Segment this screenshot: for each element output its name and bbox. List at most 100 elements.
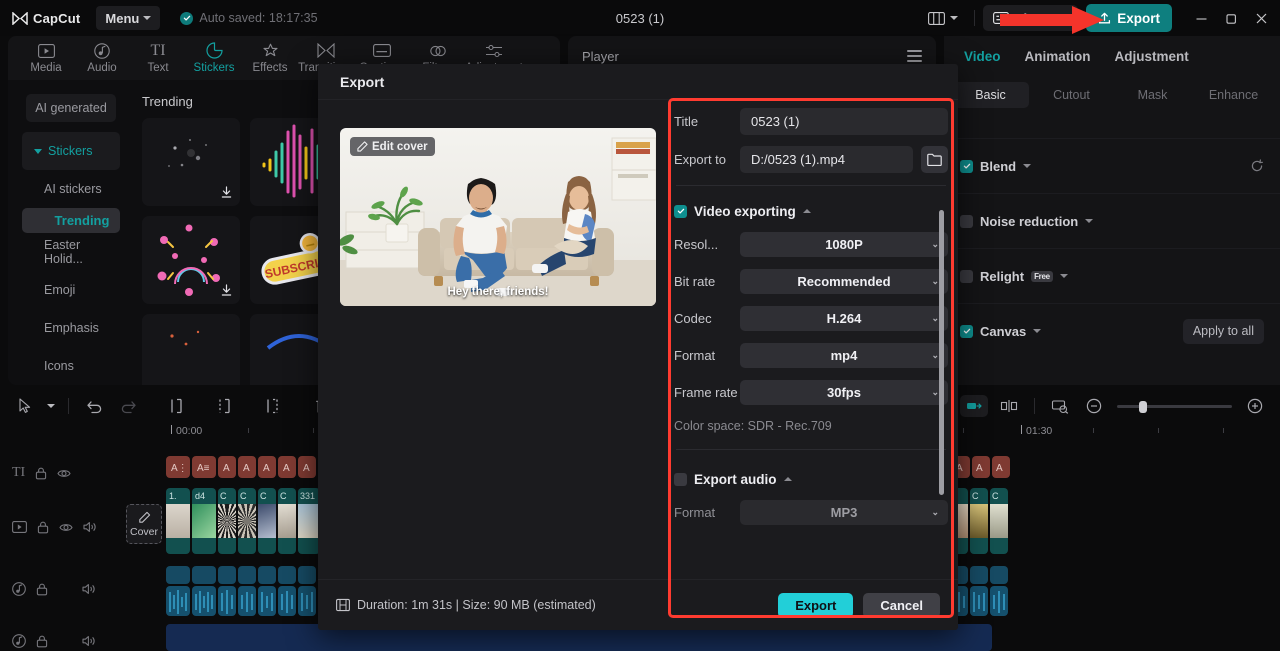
audio-clip[interactable] — [298, 586, 316, 616]
tab-video[interactable]: Video — [964, 49, 1001, 64]
sticker-card[interactable] — [142, 118, 240, 206]
text-clip[interactable]: A — [298, 456, 316, 478]
property-blend[interactable]: Blend — [944, 138, 1280, 193]
ai-generated-button[interactable]: AI generated — [26, 94, 116, 122]
tab-text[interactable]: TI Text — [130, 42, 186, 74]
lock-icon[interactable] — [35, 467, 47, 480]
window-maximize-button[interactable] — [1216, 0, 1246, 36]
menu-button[interactable]: Menu — [96, 6, 161, 30]
sticker-card[interactable] — [142, 216, 240, 304]
checkbox-canvas[interactable] — [960, 324, 973, 338]
crop-icon[interactable] — [1043, 390, 1077, 422]
sidebar-item-emphasis[interactable]: Emphasis — [22, 309, 120, 347]
audio-clip[interactable] — [218, 566, 236, 584]
property-relight[interactable]: Relight Free — [944, 248, 1280, 303]
video-clip[interactable]: C — [258, 488, 276, 554]
property-noise-reduction[interactable]: Noise reduction — [944, 193, 1280, 248]
zoom-in-icon[interactable] — [1238, 390, 1272, 422]
video-clip[interactable]: 331 — [298, 488, 320, 554]
video-clip[interactable]: 1. — [166, 488, 190, 554]
audio-clip[interactable] — [298, 566, 316, 584]
select-tool-dropdown[interactable] — [42, 390, 60, 422]
cover-preview[interactable]: Edit cover Hey there, friends! — [340, 128, 656, 306]
checkbox-blend[interactable] — [960, 159, 973, 173]
subtab-basic[interactable]: Basic — [952, 82, 1029, 108]
split-icon[interactable] — [159, 390, 193, 422]
layout-button[interactable] — [920, 8, 966, 29]
video-clip[interactable]: C — [238, 488, 256, 554]
chevron-down-icon[interactable] — [1085, 219, 1094, 223]
lock-icon[interactable] — [36, 583, 48, 596]
sidebar-item-stickers[interactable]: Stickers — [22, 132, 120, 170]
text-clip[interactable]: A — [278, 456, 296, 478]
sidebar-item-icons[interactable]: Icons — [22, 347, 120, 385]
zoom-out-icon[interactable] — [1077, 390, 1111, 422]
sidebar-item-emoji[interactable]: Emoji — [22, 271, 120, 309]
audio-clip[interactable] — [278, 566, 296, 584]
zoom-slider[interactable] — [1117, 400, 1232, 413]
subtab-cutout[interactable]: Cutout — [1033, 82, 1110, 108]
reset-icon[interactable] — [1250, 159, 1264, 173]
eye-icon[interactable] — [59, 522, 73, 533]
audio-clip[interactable] — [238, 566, 256, 584]
volume-icon[interactable] — [83, 521, 97, 533]
audio-clip[interactable] — [970, 586, 988, 616]
video-clip[interactable]: d4 — [192, 488, 216, 554]
text-clip[interactable]: A≡ — [192, 456, 216, 478]
freeze-frame-icon[interactable] — [960, 395, 988, 417]
chevron-down-icon[interactable] — [1023, 164, 1032, 168]
text-clip[interactable]: A — [238, 456, 256, 478]
audio-clip[interactable] — [990, 586, 1008, 616]
volume-icon[interactable] — [82, 583, 96, 595]
audio-clip[interactable] — [166, 566, 190, 584]
text-clip[interactable]: A — [258, 456, 276, 478]
audio-clip[interactable] — [166, 586, 190, 616]
video-clip[interactable]: C — [970, 488, 988, 554]
cover-button[interactable]: Cover — [126, 504, 162, 544]
download-icon[interactable] — [219, 283, 234, 298]
text-clip[interactable]: A — [972, 456, 990, 478]
chevron-down-icon[interactable] — [1059, 274, 1068, 278]
chevron-down-icon[interactable] — [1033, 329, 1042, 333]
hamburger-icon[interactable] — [907, 50, 922, 62]
audio-clip[interactable] — [218, 586, 236, 616]
audio-clip[interactable] — [990, 566, 1008, 584]
sidebar-item-ai-stickers[interactable]: AI stickers — [22, 170, 120, 208]
lock-icon[interactable] — [37, 521, 49, 534]
sticker-card[interactable] — [142, 314, 240, 385]
select-tool-icon[interactable] — [8, 390, 42, 422]
audio-clip[interactable] — [258, 586, 276, 616]
audio-clip[interactable] — [278, 586, 296, 616]
lock-icon[interactable] — [36, 635, 48, 648]
trim-right-icon[interactable] — [255, 390, 289, 422]
checkbox-relight[interactable] — [960, 269, 973, 283]
text-clip[interactable]: A⋮ — [166, 456, 190, 478]
tab-stickers[interactable]: Stickers — [186, 42, 242, 74]
tab-animation[interactable]: Animation — [1025, 49, 1091, 64]
mirror-icon[interactable] — [992, 390, 1026, 422]
video-clip[interactable]: C — [990, 488, 1008, 554]
checkbox-noise-reduction[interactable] — [960, 214, 973, 228]
audio-clip[interactable] — [192, 586, 216, 616]
apply-to-all-button[interactable]: Apply to all — [1182, 318, 1264, 344]
text-clip[interactable]: A — [992, 456, 1010, 478]
trim-left-icon[interactable] — [207, 390, 241, 422]
sidebar-item-easter-holiday[interactable]: Easter Holid... — [22, 233, 120, 271]
window-close-button[interactable] — [1246, 0, 1276, 36]
property-canvas[interactable]: Canvas Apply to all — [944, 303, 1280, 358]
audio-clip[interactable] — [970, 566, 988, 584]
subtab-enhance[interactable]: Enhance — [1195, 82, 1272, 108]
text-clip[interactable]: A — [218, 456, 236, 478]
audio-clip[interactable] — [238, 586, 256, 616]
tab-effects[interactable]: Effects — [242, 42, 298, 74]
edit-cover-button[interactable]: Edit cover — [350, 137, 435, 156]
undo-icon[interactable] — [77, 390, 111, 422]
eye-icon[interactable] — [57, 468, 71, 479]
download-icon[interactable] — [219, 185, 234, 200]
tab-media[interactable]: Media — [18, 42, 74, 74]
video-clip[interactable]: C — [278, 488, 296, 554]
tab-audio[interactable]: Audio — [74, 42, 130, 74]
subtab-mask[interactable]: Mask — [1114, 82, 1191, 108]
sidebar-item-trending[interactable]: Trending — [22, 208, 120, 233]
zoom-slider-handle[interactable] — [1139, 400, 1147, 413]
